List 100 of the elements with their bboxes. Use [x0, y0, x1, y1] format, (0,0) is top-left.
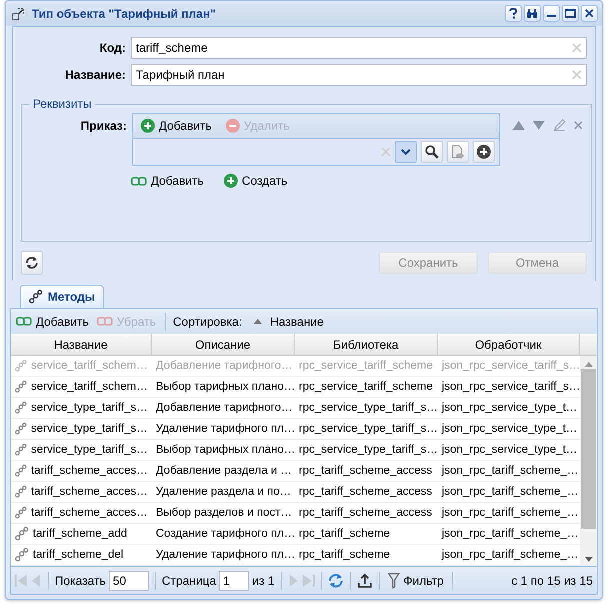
table-cell: tariff_scheme_add — [11, 524, 152, 544]
filter-icon — [388, 572, 400, 588]
page-summary: с 1 по 15 из 15 — [512, 574, 593, 588]
nodes-icon — [15, 506, 28, 520]
close-icon[interactable] — [574, 121, 583, 130]
refresh-icon — [25, 256, 39, 270]
dropdown-button[interactable] — [395, 141, 417, 164]
table-cell: service_tariff_schem… — [11, 377, 152, 397]
find-button[interactable] — [524, 5, 541, 22]
table-cell-text: rpc_tariff_scheme_access — [298, 506, 434, 521]
table-cell: service_type_tariff_s… — [11, 398, 152, 418]
maximize-icon — [565, 9, 576, 18]
toolbar-button[interactable]: Добавить — [139, 119, 214, 134]
table-row[interactable]: service_type_tariff_s… Выбор тарифных плано… rpc_service_type_tariff_s… json_rpc_service_type_t… — [11, 440, 580, 461]
clear-icon[interactable] — [572, 43, 582, 54]
move-down-icon[interactable] — [533, 121, 545, 130]
table-cell-text: Выбор тарифных плано… — [155, 443, 295, 458]
table-cell-text: rpc_service_tariff_scheme — [298, 359, 434, 374]
sort-label: Сортировка: — [173, 314, 242, 328]
nodes-icon — [15, 527, 29, 541]
field-label: Код: — [98, 41, 126, 56]
table-cell-text: json_rpc_service_type_t… — [440, 401, 579, 416]
toolbar-button[interactable]: Добавить — [14, 314, 92, 328]
column-header[interactable]: Библиотека — [295, 334, 438, 355]
table-cell-text: rpc_service_tariff_scheme — [298, 380, 434, 395]
nodes-icon — [15, 359, 28, 373]
search-button[interactable] — [421, 141, 443, 164]
table-cell-text: rpc_service_type_tariff_s… — [298, 422, 438, 437]
clear-icon[interactable] — [572, 70, 582, 80]
table-row[interactable]: service_type_tariff_s… Добавление тарифного… rpc_service_type_tariff_s… json_rpc_service_type_t… — [11, 398, 580, 419]
field-label: Название: — [64, 68, 126, 82]
help-button[interactable] — [505, 5, 522, 22]
link-icon — [131, 176, 147, 186]
filter-button[interactable]: Фильтр — [386, 572, 446, 588]
scrollbar[interactable] — [580, 356, 597, 566]
table-row[interactable]: tariff_scheme_acces… Выбор разделов и пост… rpc_tariff_scheme_access json_rpc_tariff_scheme_… — [11, 503, 580, 524]
page-size-label: Показать — [55, 574, 106, 588]
export-icon[interactable] — [356, 572, 373, 588]
table-cell-text: rpc_tariff_scheme — [298, 527, 392, 542]
nodes-icon — [15, 464, 28, 478]
minus-icon — [226, 119, 240, 134]
nodes-icon — [15, 380, 28, 394]
link-button[interactable]: Добавить — [129, 174, 206, 188]
table-cell-text: Добавление тарифного… — [155, 401, 294, 416]
nodes-icon — [15, 422, 28, 436]
text-field[interactable]: tariff_scheme — [131, 37, 587, 60]
sort-button[interactable]: Название — [252, 314, 326, 328]
plus-icon — [224, 174, 238, 188]
add-button[interactable] — [473, 141, 495, 164]
table-cell-text: json_rpc_service_type_t… — [440, 422, 579, 437]
field-value: tariff_scheme — [136, 41, 208, 56]
pencil-icon[interactable] — [553, 119, 566, 132]
table-cell: tariff_scheme_acces… — [11, 503, 152, 523]
minimize-button[interactable] — [543, 5, 560, 22]
column-header[interactable]: Описание — [152, 334, 295, 355]
nodes-icon — [15, 443, 28, 457]
table-cell-text: json_rpc_service_tariff_s… — [440, 359, 580, 374]
search-icon — [425, 145, 439, 160]
column-header[interactable]: Название — [11, 334, 152, 355]
table-row[interactable]: tariff_scheme_add Создание тарифного пл… rpc_tariff_scheme json_rpc_tariff_scheme_… — [11, 524, 580, 545]
link-icon — [97, 317, 114, 326]
move-up-icon[interactable] — [513, 121, 525, 130]
table-cell-text: rpc_service_type_tariff_s… — [298, 401, 438, 416]
table-row[interactable]: service_type_tariff_s… Удаление тарифного пл… rpc_service_type_tariff_s… json_rpc_service_type_t… — [11, 419, 580, 440]
table-cell-text: Создание тарифного пл… — [155, 527, 295, 542]
scroll-down-icon[interactable] — [584, 557, 592, 562]
document-icon — [451, 145, 465, 160]
page-label: Страница — [162, 574, 216, 588]
binoculars-icon — [527, 8, 538, 19]
field-value: Тарифный план — [136, 68, 225, 82]
page-size-field[interactable]: 50 — [109, 570, 150, 590]
table-cell-text: rpc_tariff_scheme_access — [298, 464, 434, 479]
tab[interactable]: Методы — [20, 285, 104, 308]
table-cell: tariff_scheme_acces… — [11, 461, 152, 481]
maximize-button[interactable] — [562, 5, 579, 22]
scroll-up-icon[interactable] — [584, 362, 592, 367]
table-cell-text: json_rpc_tariff_scheme_… — [440, 527, 580, 542]
text-field[interactable]: Тарифный план — [131, 64, 587, 86]
close-button[interactable] — [581, 5, 598, 22]
refresh-button[interactable] — [21, 251, 43, 275]
link-button[interactable]: Создать — [222, 174, 290, 188]
page-count: из 1 — [252, 574, 275, 588]
table-cell: service_type_tariff_s… — [11, 419, 152, 439]
table-row[interactable]: tariff_scheme_acces… Удаление раздела и по… rpc_tariff_scheme_access json_rpc_tariff_scheme_… — [11, 482, 580, 503]
table-cell-text: rpc_service_type_tariff_s… — [298, 443, 438, 458]
table-cell: service_tariff_schem… — [11, 356, 152, 376]
page-field[interactable]: 1 — [219, 570, 250, 590]
table-cell-text: rpc_tariff_scheme_access — [298, 485, 434, 500]
table-cell-text: Выбор разделов и пост… — [155, 506, 294, 521]
table-row[interactable]: service_tariff_schem… Выбор тарифных плано… rpc_service_tariff_scheme json_rpc_service_tariff_s… — [11, 377, 580, 398]
table-cell-text: Добавление тарифного… — [155, 359, 294, 374]
refresh-icon[interactable] — [328, 572, 344, 588]
table-cell-text: Удаление тарифного пл… — [155, 422, 295, 437]
table-cell: tariff_scheme_del — [11, 545, 152, 565]
column-header[interactable]: Обработчик — [438, 334, 580, 355]
window-title: Тип объекта "Тарифный план" — [32, 6, 218, 21]
nodes-icon — [15, 548, 29, 562]
table-row[interactable]: tariff_scheme_acces… Добавление раздела и … rpc_tariff_scheme_access json_rpc_tariff_scheme_… — [11, 461, 580, 482]
table-cell-text: json_rpc_tariff_scheme_… — [440, 548, 580, 563]
chevron-icon — [401, 148, 411, 156]
